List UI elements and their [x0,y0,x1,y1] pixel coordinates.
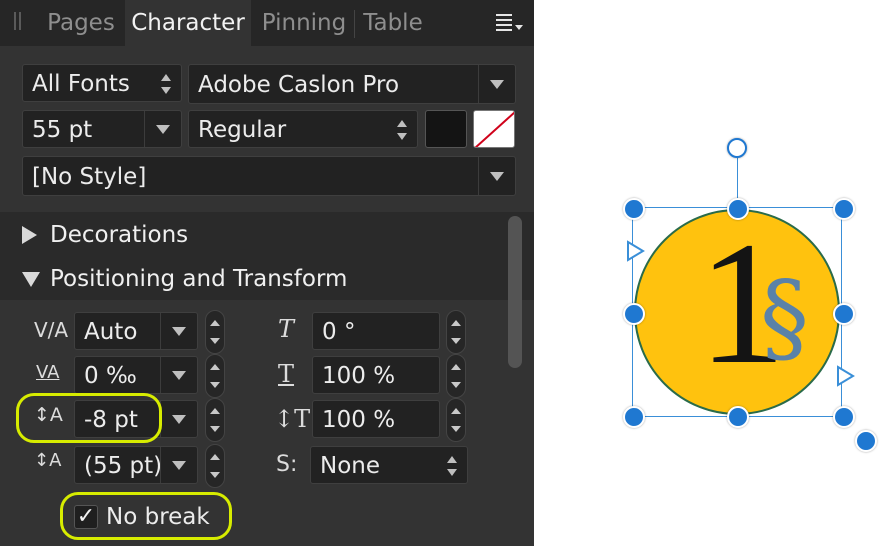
text-in-handle-icon[interactable] [626,240,646,262]
disclosure-expanded-icon[interactable] [22,272,40,287]
font-weight-value: Regular [198,117,287,143]
leading-stepper[interactable] [205,444,225,488]
tab-character[interactable]: Character [125,0,251,46]
leading-field[interactable]: (55 pt) [74,446,198,484]
font-family-select[interactable]: Adobe Caslon Pro [188,64,516,104]
rotation-handle[interactable] [727,138,747,158]
move-handle[interactable] [855,430,877,452]
resize-handle-bottom-left[interactable] [623,406,645,428]
tab-bar: Pages Character Pinning Table [0,0,534,46]
no-break-highlight [60,492,232,540]
horizontal-scale-stepper[interactable] [446,354,466,398]
resize-handle-bottom-right[interactable] [833,406,855,428]
resize-handle-top-right[interactable] [833,198,855,220]
horizontal-scale-icon: T [278,360,295,388]
font-size-field[interactable]: 55 pt [22,110,182,148]
shear-stepper[interactable] [446,310,466,354]
kerning-field[interactable]: Auto [74,312,198,350]
text-stroke-swatch[interactable] [473,110,515,148]
tracking-icon: VA [36,362,60,383]
chevron-down-icon[interactable] [160,447,197,483]
tab-table[interactable]: Table [360,0,426,46]
resize-handle-top[interactable] [727,198,749,220]
chevron-down-icon[interactable] [160,357,197,393]
chevron-down-icon[interactable] [478,65,515,103]
character-panel: Pages Character Pinning Table All Fonts … [0,0,534,546]
resize-handle-top-left[interactable] [623,198,645,220]
horizontal-scale-value: 100 % [322,363,396,389]
baseline-highlight [16,393,162,443]
disclosure-collapsed-icon[interactable] [22,226,37,244]
horizontal-scale-field[interactable]: 100 % [312,356,440,394]
tab-divider [354,10,355,38]
typography-icon: S: [276,452,298,477]
font-collection-value: All Fonts [32,71,130,97]
shear-icon: T [278,315,295,343]
vertical-scale-value: 100 % [322,407,396,433]
updown-arrows-icon [447,456,457,476]
baseline-shift-stepper[interactable] [205,398,225,442]
font-collection-select[interactable]: All Fonts [22,64,182,102]
shear-value: 0 ° [322,319,356,345]
vertical-scale-icon: ↕T [274,405,311,433]
resize-handle-right[interactable] [833,303,855,325]
typography-value: None [320,453,381,479]
font-size-value: 55 pt [32,117,93,143]
typography-select[interactable]: None [310,446,468,484]
panel-menu-icon[interactable] [496,14,524,34]
no-color-icon [474,111,514,147]
font-family-value: Adobe Caslon Pro [198,72,400,98]
tracking-stepper[interactable] [205,354,225,398]
kerning-value: Auto [84,319,138,345]
resize-handle-left[interactable] [623,303,645,325]
shear-field[interactable]: 0 ° [312,312,440,350]
tab-pages[interactable]: Pages [40,0,122,46]
kerning-icon: V/A [34,318,69,342]
panel-grip-icon[interactable] [14,12,22,30]
chevron-down-icon[interactable] [160,313,197,349]
character-style-select[interactable]: [No Style] [22,156,516,196]
section-positioning[interactable]: Positioning and Transform [50,266,347,292]
scrollbar-thumb[interactable] [508,216,522,368]
chevron-down-icon[interactable] [478,157,515,195]
section-decorations[interactable]: Decorations [50,222,188,248]
section-symbol-glyph: § [760,261,809,375]
font-weight-select[interactable]: Regular [188,110,418,148]
vertical-scale-field[interactable]: 100 % [312,400,440,438]
updown-arrows-icon [161,74,171,94]
tracking-value: 0 ‰ [84,363,137,389]
leading-value: (55 pt) [84,453,163,479]
resize-handle-bottom[interactable] [727,406,749,428]
leading-icon: ↕A [34,450,62,471]
text-fill-swatch[interactable] [425,110,467,148]
chevron-down-icon[interactable] [160,401,197,437]
canvas-area: 1 § [534,0,886,546]
tab-pinning[interactable]: Pinning [256,0,352,46]
kerning-stepper[interactable] [205,310,225,354]
character-style-value: [No Style] [32,164,147,190]
vertical-scale-stepper[interactable] [446,398,466,442]
updown-arrows-icon [397,120,407,140]
chevron-down-icon[interactable] [144,111,181,147]
tracking-field[interactable]: 0 ‰ [74,356,198,394]
text-out-handle-icon[interactable] [836,365,856,387]
